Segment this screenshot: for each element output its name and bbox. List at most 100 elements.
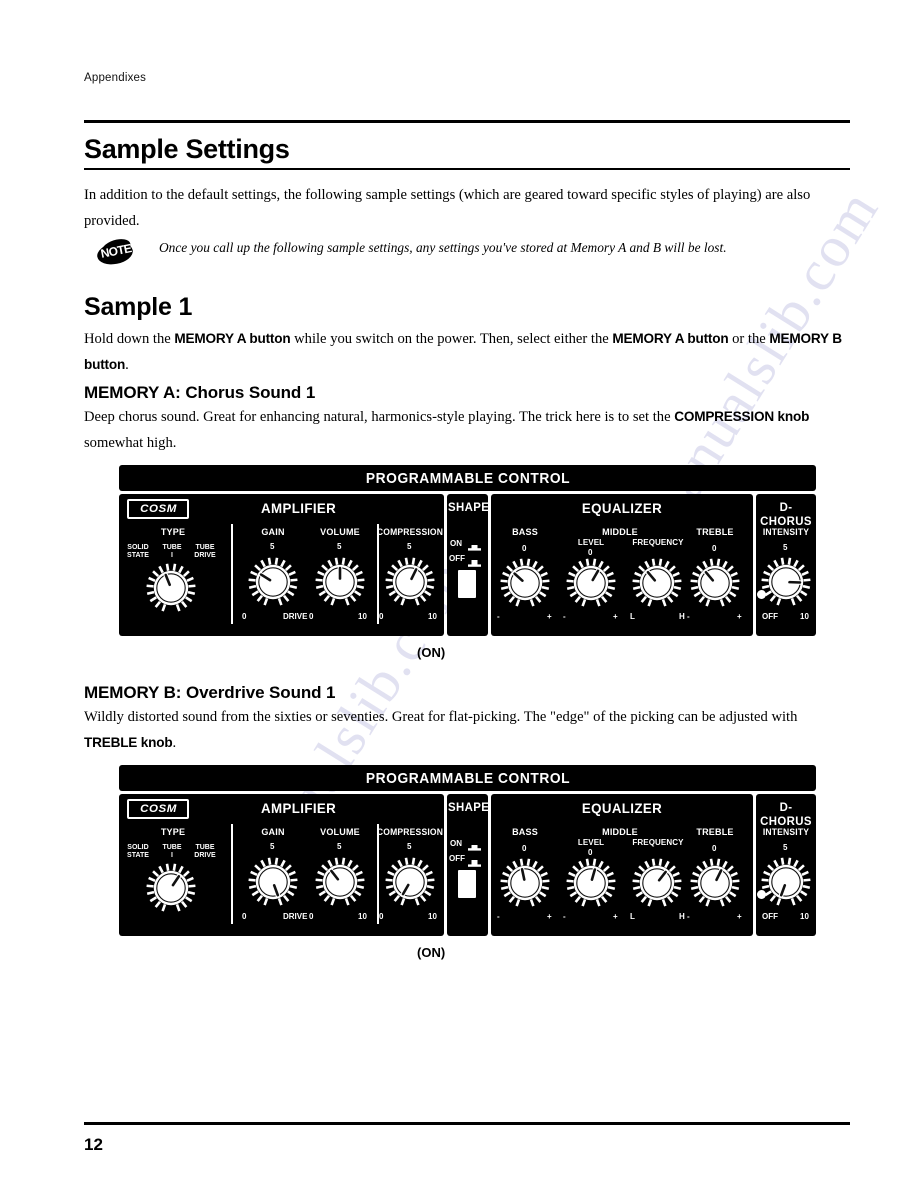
panel-b-intensity-knob[interactable] [760,856,812,908]
level-label: LEVEL [577,538,605,547]
level-scale-minus: - [563,612,566,621]
header-rule-top [84,120,850,123]
bass-scale-0: 0 [522,844,527,853]
memory-a-heading: MEMORY A: Chorus Sound 1 [84,383,316,402]
frequency-scale-L: L [630,612,635,621]
type-position-tube-drive: TUBE DRIVE [194,844,216,859]
panel-b-dchorus-section: D-CHORUS INTENSITY 5 OFF 10 [756,794,816,936]
frequency-label: FREQUENCY [632,538,684,547]
panel-a-shape-caption: (ON) [417,645,446,660]
compression-scale-5: 5 [407,542,412,551]
amp-divider-2 [377,524,379,624]
amplifier-section-label: AMPLIFIER [261,800,337,816]
level-label: LEVEL [577,838,605,847]
amp-divider-1 [231,524,233,624]
memory-b-heading: MEMORY B: Overdrive Sound 1 [84,683,336,702]
type-label: TYPE [160,827,186,838]
intro-paragraph: In addition to the default settings, the… [84,187,811,229]
dchorus-indicator-led [757,590,766,599]
amplifier-section-label: AMPLIFIER [261,500,337,516]
bass-label: BASS [512,527,538,538]
panel-a-type-knob[interactable] [145,562,197,614]
volume-scale-0: 0 [309,912,314,921]
panel-b-treble-knob[interactable] [689,857,741,909]
shape-off-label: OFF [449,854,465,863]
treble-scale-minus: - [687,912,690,921]
shape-off-icon [468,554,481,567]
shape-off-icon [468,854,481,867]
panel-b-volume-knob[interactable] [314,856,366,908]
memb-part1: Wildly distorted sound from the sixties … [84,709,798,725]
shape-on-icon [468,539,481,551]
bass-scale-minus: - [497,912,500,921]
treble-scale-0: 0 [712,544,717,553]
volume-label: VOLUME [320,827,360,838]
page-title: Sample Settings [84,134,290,164]
intensity-label: INTENSITY [762,827,810,837]
level-scale-plus: + [613,912,618,921]
note-icon: NOTE [95,235,137,268]
panel-b-amplifier-section: COSM AMPLIFIER TYPE SOLID STATE TUBE I T… [119,794,444,936]
panel-b-gain-knob[interactable] [247,856,299,908]
intensity-label: INTENSITY [762,527,810,537]
level-scale-0: 0 [588,848,593,857]
panel-a-title: PROGRAMMABLE CONTROL [365,469,570,487]
panel-a-intensity-knob[interactable] [760,556,812,608]
treble-scale-plus: + [737,612,742,621]
middle-label: MIDDLE [602,827,638,838]
intensity-scale-10: 10 [800,612,809,621]
level-scale-minus: - [563,912,566,921]
panel-a-middle-frequency-knob[interactable] [631,557,683,609]
bass-scale-plus: + [547,612,552,621]
panel-b-middle-frequency-knob[interactable] [631,857,683,909]
intensity-scale-5: 5 [783,543,788,552]
panel-a-compression-knob[interactable] [384,556,436,608]
level-scale-0: 0 [588,548,593,557]
memb-part2: . [172,735,177,751]
gain-label: GAIN [261,527,285,538]
instr-part2: while you switch on the power. Then, sel… [290,331,613,347]
shape-on-icon [468,839,481,851]
panel-b-bass-knob[interactable] [499,857,551,909]
dchorus-section-label: D-CHORUS [760,800,812,828]
page-number: 12 [84,1135,103,1154]
panel-b-type-knob[interactable] [145,862,197,914]
panel-b-middle-level-knob[interactable] [565,857,617,909]
panel-a-shape-switch[interactable] [458,570,476,598]
mema-part1: Deep chorus sound. Great for enhancing n… [84,409,675,425]
instr-bold2: MEMORY A button [612,331,729,346]
bass-scale-plus: + [547,912,552,921]
panel-b-compression-knob[interactable] [384,856,436,908]
bass-label: BASS [512,827,538,838]
compression-scale-0: 0 [379,912,384,921]
volume-scale-10: 10 [358,612,367,621]
bass-scale-0: 0 [522,544,527,553]
panel-b-shape-switch[interactable] [458,870,476,898]
gain-scale-drive: DRIVE [283,612,308,621]
panel-a-bass-knob[interactable] [499,557,551,609]
panel-a-gain-knob[interactable] [247,556,299,608]
shape-off-label: OFF [449,554,465,563]
panel-a-treble-knob[interactable] [689,557,741,609]
instr-part4: . [125,357,129,373]
sample1-heading: Sample 1 [84,293,193,321]
mema-part2: somewhat high. [84,435,177,451]
type-position-tube-drive: TUBE DRIVE [194,544,216,559]
running-head: Appendixes [84,72,147,84]
treble-label: TREBLE [696,827,734,838]
panel-a-dchorus-section: D-CHORUS INTENSITY 5 OFF 10 [756,494,816,636]
panel-b-title: PROGRAMMABLE CONTROL [365,769,570,787]
panel-b-shape-caption: (ON) [417,945,446,960]
panel-a-middle-level-knob[interactable] [565,557,617,609]
panel-a-volume-knob[interactable] [314,556,366,608]
panel-memory-b: PROGRAMMABLE CONTROL COSM AMPLIFIER TYPE… [119,765,816,960]
shape-section-label: SHAPE [448,500,490,514]
instr-part1: Hold down the [84,331,175,347]
amp-divider-2 [377,824,379,924]
dchorus-section-label: D-CHORUS [760,500,812,528]
treble-scale-plus: + [737,912,742,921]
footer-rule [84,1122,850,1125]
intensity-scale-off: OFF [762,912,778,921]
instr-bold1: MEMORY A button [174,331,291,346]
compression-scale-5: 5 [407,842,412,851]
